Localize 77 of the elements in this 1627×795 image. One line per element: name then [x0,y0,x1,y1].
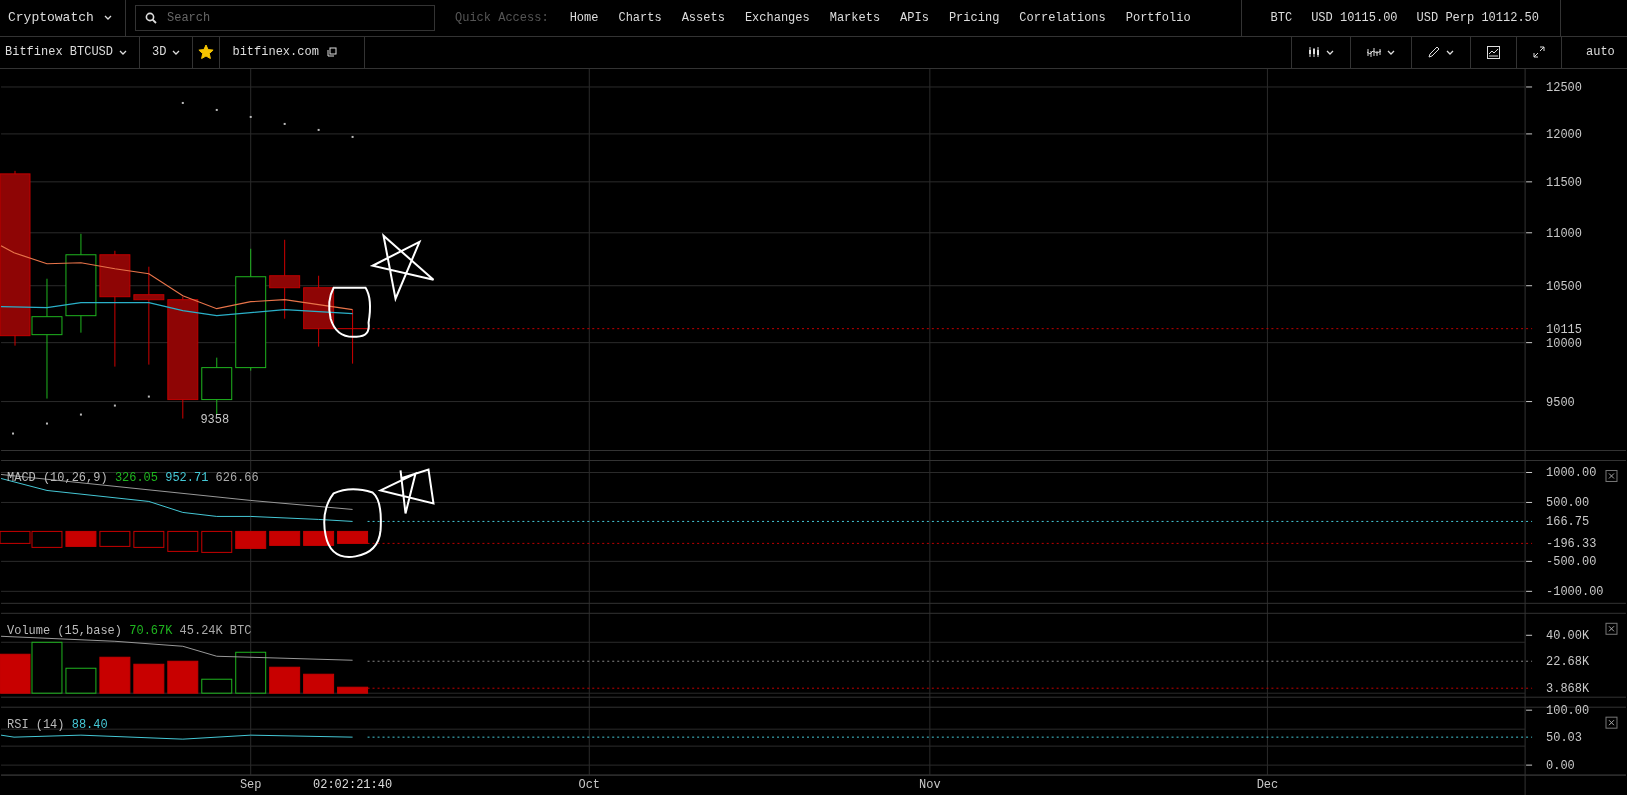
circle-doodle [328,286,371,338]
exchange-link[interactable]: bitfinex.com [220,36,365,68]
indicator-value: 326.05 [114,471,158,486]
pencil-icon [1428,46,1440,59]
caret-icon [1326,49,1334,55]
nav-link[interactable]: Assets [681,10,725,25]
candlestick [201,357,233,415]
axis-label: 3.868K [1546,682,1590,697]
axis-label: 40.00K [1546,629,1590,644]
axis-label: 0.00 [1546,759,1575,774]
caret-icon [172,49,181,55]
quick-access-label: Quick Access: [455,10,549,25]
axis-label: 166.75 [1546,515,1590,530]
axis-label: -196.33 [1546,537,1597,552]
indicator-value: 88.40 [71,718,108,733]
axis-label: 500.00 [1546,496,1590,511]
indicator-value: 952.71 [165,471,209,486]
indicator-value: 626.66 [215,471,259,486]
axis-label: 10500 [1546,279,1582,294]
nav-link[interactable]: APIs [900,10,929,25]
indicator-label: MACD (10,26,9) [7,471,108,486]
nav-link[interactable]: Charts [618,10,662,25]
caret-icon [119,49,128,55]
caret-icon [1446,49,1454,55]
candlestick-icon [1308,46,1320,59]
indicator-label: RSI (14) [7,718,65,733]
axis-label: 9500 [1546,395,1575,410]
caret-icon [1387,49,1395,55]
time-label: 02:02:21:40 [313,778,393,792]
star-doodle [377,468,435,515]
axis-label: 1000.00 [1546,466,1597,481]
period-selector[interactable]: 3D [140,36,194,68]
nav-link[interactable]: Portfolio [1125,10,1191,25]
external-link-icon [326,47,337,58]
axis-label: 100.00 [1546,704,1590,719]
ticker-symbol: BTC [1270,10,1293,25]
close-icon[interactable] [1605,716,1618,729]
time-label: Oct [578,778,601,792]
close-icon[interactable] [1605,622,1618,635]
axis-label: 12500 [1546,80,1582,95]
indicator-value: 45.24K BTC [179,624,252,639]
candlestick [337,309,369,365]
indicator-value: 70.67K [129,624,173,639]
nav-link[interactable]: Pricing [948,10,1000,25]
scale-button[interactable]: auto [1561,36,1627,68]
axis-label: 50.03 [1546,731,1582,746]
nav-link[interactable]: Markets [829,10,881,25]
axis-label: -500.00 [1546,555,1597,570]
market-selector[interactable]: Bitfinex BTCUSD [0,36,141,68]
expand-icon [1533,46,1545,59]
search-field[interactable]: Search [135,4,435,31]
star-doodle [369,233,435,303]
axis-label: 11500 [1546,175,1582,190]
indicators-icon [1367,46,1381,59]
circle-doodle [323,488,382,558]
nav-link[interactable]: Home [569,10,599,25]
axis-label: 10115 [1546,322,1582,337]
axis-label: 12000 [1546,127,1582,142]
search-input[interactable]: Search [165,9,419,26]
chart-icon [1487,45,1500,59]
axis-label: -1000.00 [1546,585,1604,600]
indicator-label: Volume (15,base) [7,624,122,639]
nav-link[interactable]: Exchanges [744,10,810,25]
caret-icon [103,15,112,21]
ticker-price: USD 10115.00 [1311,10,1398,25]
close-icon[interactable] [1605,469,1618,482]
axis-label: 22.68K [1546,655,1590,670]
axis-label: 11000 [1546,226,1582,241]
time-label: Nov [919,778,941,792]
low-price-label: 9358 [200,412,230,427]
time-label: Sep [239,778,262,792]
nav-link[interactable]: Correlations [1019,10,1106,25]
axis-label: 10000 [1546,336,1582,351]
brand-menu[interactable]: Cryptowatch [8,10,112,26]
ticker-price: USD Perp 10112.50 [1416,10,1539,25]
search-icon [145,11,157,24]
time-label: Dec [1256,778,1279,792]
